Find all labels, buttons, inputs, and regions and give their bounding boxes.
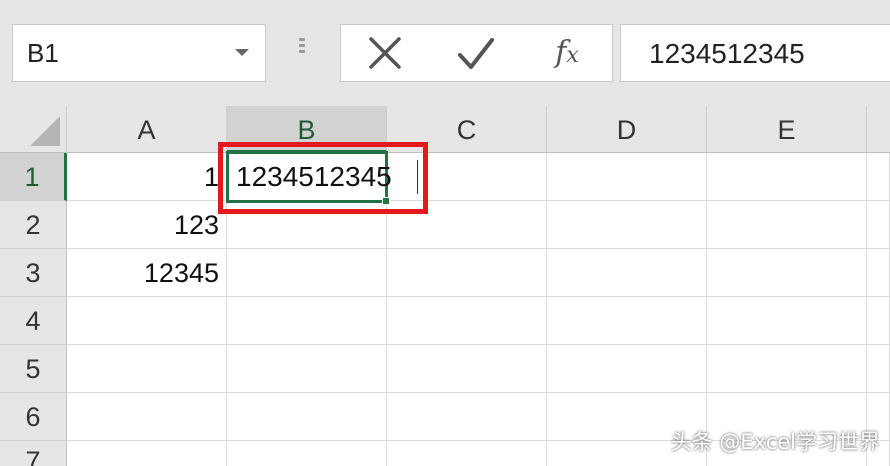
cell-e2[interactable] <box>707 201 867 249</box>
highlight-box <box>218 142 428 214</box>
name-box-value: B1 <box>27 38 59 68</box>
formula-value: 1234512345 <box>649 38 805 69</box>
spreadsheet-grid: A B C D E 1 2 3 4 5 6 7 1 123 12345 123451… <box>0 106 890 466</box>
formula-input[interactable]: 1234512345 <box>620 24 890 82</box>
cell-f1[interactable] <box>867 153 890 201</box>
cell-f4[interactable] <box>867 297 890 345</box>
cell-c7[interactable] <box>387 441 547 466</box>
column-header-d[interactable]: D <box>547 106 707 153</box>
cell-c3[interactable] <box>387 249 547 297</box>
row-header-4[interactable]: 4 <box>0 297 67 345</box>
cell-a2[interactable]: 123 <box>67 201 227 249</box>
check-icon <box>458 38 494 69</box>
cell-d2[interactable] <box>547 201 707 249</box>
cell-b7[interactable] <box>227 441 387 466</box>
cell-e3[interactable] <box>707 249 867 297</box>
cancel-button[interactable] <box>355 31 415 77</box>
select-all-icon <box>30 116 60 146</box>
enter-button[interactable] <box>446 31 506 77</box>
cell-a6[interactable] <box>67 393 227 441</box>
select-all-button[interactable] <box>0 106 67 153</box>
cell-a5[interactable] <box>67 345 227 393</box>
row-header-7[interactable]: 7 <box>0 441 67 466</box>
cell-b3[interactable] <box>227 249 387 297</box>
cell-e4[interactable] <box>707 297 867 345</box>
cell-d5[interactable] <box>547 345 707 393</box>
cell-e5[interactable] <box>707 345 867 393</box>
cell-b5[interactable] <box>227 345 387 393</box>
row-header-2[interactable]: 2 <box>0 201 67 249</box>
cell-f3[interactable] <box>867 249 890 297</box>
row-header-3[interactable]: 3 <box>0 249 67 297</box>
cell-b4[interactable] <box>227 297 387 345</box>
cell-a3[interactable]: 12345 <box>67 249 227 297</box>
x-icon <box>369 37 401 69</box>
cell-a1[interactable]: 1 <box>67 153 227 201</box>
row-header-6[interactable]: 6 <box>0 393 67 441</box>
cell-a4[interactable] <box>67 297 227 345</box>
column-header-f[interactable] <box>867 106 890 153</box>
cell-f2[interactable] <box>867 201 890 249</box>
name-box[interactable]: B1 <box>12 24 266 82</box>
column-header-e[interactable]: E <box>707 106 867 153</box>
cell-d4[interactable] <box>547 297 707 345</box>
formula-buttons: fx <box>340 24 613 82</box>
insert-function-button[interactable]: fx <box>537 31 597 77</box>
column-header-a[interactable]: A <box>67 106 227 153</box>
cell-c6[interactable] <box>387 393 547 441</box>
cell-a7[interactable] <box>67 441 227 466</box>
cell-e1[interactable] <box>707 153 867 201</box>
grip-handle-icon[interactable] <box>298 38 306 64</box>
cell-d3[interactable] <box>547 249 707 297</box>
cell-b6[interactable] <box>227 393 387 441</box>
fx-sub: x <box>566 43 579 68</box>
cell-c5[interactable] <box>387 345 547 393</box>
chevron-down-icon[interactable] <box>235 49 249 56</box>
fx-label: f <box>555 35 567 70</box>
row-header-1[interactable]: 1 <box>0 153 67 201</box>
cell-c4[interactable] <box>387 297 547 345</box>
cell-f5[interactable] <box>867 345 890 393</box>
formula-bar-area: B1 fx 1234512345 <box>0 0 890 106</box>
watermark: 头条 @Excel学习世界 <box>670 430 880 454</box>
cell-d1[interactable] <box>547 153 707 201</box>
row-header-5[interactable]: 5 <box>0 345 67 393</box>
